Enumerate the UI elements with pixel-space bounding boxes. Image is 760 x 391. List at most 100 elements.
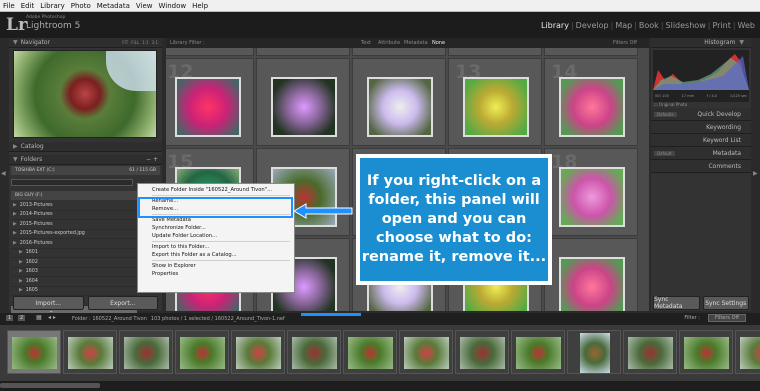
- module-web[interactable]: Web: [738, 21, 755, 30]
- filter-none[interactable]: None: [432, 40, 445, 46]
- photo-thumbnail[interactable]: [271, 77, 337, 137]
- filmstrip-thumbnail[interactable]: [623, 330, 677, 374]
- folder-disclosure-icon[interactable]: ▶: [13, 241, 17, 246]
- filmstrip-thumbnail[interactable]: [63, 330, 117, 374]
- zoom-fit[interactable]: FIT: [122, 40, 128, 45]
- folder-row[interactable]: ▶ 2014-Pictures: [11, 211, 137, 220]
- photo-thumbnail[interactable]: [559, 257, 625, 311]
- show-in-explorer-item[interactable]: Show in Explorer: [138, 262, 294, 270]
- keyword-list-header[interactable]: Keyword List: [651, 134, 751, 147]
- module-library[interactable]: Library: [541, 21, 569, 30]
- filmstrip-thumbnail[interactable]: [455, 330, 509, 374]
- photo-thumbnail[interactable]: [559, 167, 625, 227]
- filmstrip-thumbnail[interactable]: [119, 330, 173, 374]
- comments-header[interactable]: Comments: [651, 160, 751, 173]
- grid-cell[interactable]: 13: [448, 58, 542, 146]
- catalog-header[interactable]: ▶ Catalog: [9, 142, 162, 152]
- folder-disclosure-icon[interactable]: ▶: [19, 279, 23, 284]
- sync-settings-button[interactable]: Sync Settings: [702, 296, 749, 310]
- zoom-3-1[interactable]: 3:1: [152, 40, 158, 45]
- zoom-fill[interactable]: FILL: [131, 40, 139, 45]
- grid-cell[interactable]: [352, 58, 446, 146]
- add-folder-icon[interactable]: − +: [146, 156, 158, 163]
- filter-text[interactable]: Text: [361, 40, 371, 46]
- grid-cell[interactable]: 12: [166, 58, 254, 146]
- folder-disclosure-icon[interactable]: ▶: [13, 231, 17, 236]
- scroll-thumb[interactable]: [0, 383, 100, 388]
- filters-off-dropdown[interactable]: Filters Off: [613, 40, 637, 46]
- folder-row[interactable]: ▶ 1603: [11, 268, 137, 277]
- folder-disclosure-icon[interactable]: ▶: [13, 203, 17, 208]
- module-develop[interactable]: Develop: [576, 21, 609, 30]
- filmstrip-thumbnail[interactable]: [567, 330, 621, 374]
- module-book[interactable]: Book: [639, 21, 659, 30]
- folder-search-input[interactable]: [11, 179, 133, 186]
- folder-row[interactable]: ▶ 1604: [11, 277, 137, 287]
- filmstrip-thumbnail[interactable]: [399, 330, 453, 374]
- menu-metadata[interactable]: Metadata: [97, 2, 130, 10]
- photo-thumbnail[interactable]: [463, 77, 529, 137]
- volume-toshiba[interactable]: TOSHIBA EXT (C:) 61 / 115 GB: [11, 166, 160, 175]
- module-slideshow[interactable]: Slideshow: [666, 21, 706, 30]
- folder-disclosure-icon[interactable]: ▶: [13, 222, 17, 227]
- keywording-header[interactable]: Keywording: [651, 121, 751, 134]
- module-map[interactable]: Map: [615, 21, 632, 30]
- grid-cell[interactable]: 18: [544, 148, 638, 236]
- filmstrip-thumbnail[interactable]: [343, 330, 397, 374]
- original-photo-checkbox[interactable]: ☐ Original Photo: [654, 102, 687, 107]
- folder-disclosure-icon[interactable]: ▶: [19, 288, 23, 293]
- metadata-header[interactable]: Default Metadata: [651, 147, 751, 160]
- folder-disclosure-icon[interactable]: ▶: [19, 250, 23, 255]
- filmstrip-thumbnail[interactable]: [175, 330, 229, 374]
- filmstrip-thumbnail[interactable]: [7, 330, 61, 374]
- metadata-preset-dropdown[interactable]: Default: [654, 150, 675, 156]
- folder-row[interactable]: ▶ 2015-Pictures: [11, 220, 137, 230]
- filmstrip-thumbnail[interactable]: [735, 330, 760, 374]
- menu-library[interactable]: Library: [40, 2, 64, 10]
- folder-row[interactable]: ▶ 2013-Pictures: [11, 201, 137, 211]
- photo-thumbnail[interactable]: [175, 77, 241, 137]
- menu-window[interactable]: Window: [159, 2, 187, 10]
- navigator-preview[interactable]: [13, 50, 157, 138]
- synchronize-folder-item[interactable]: Synchronize Folder...: [138, 224, 294, 232]
- filmstrip-thumbnail[interactable]: [231, 330, 285, 374]
- photo-thumbnail[interactable]: [559, 77, 625, 137]
- folder-row[interactable]: ▶ 2016-Pictures: [11, 239, 137, 249]
- folder-row[interactable]: ▶ 1601: [11, 249, 137, 258]
- export-button[interactable]: Export...: [87, 296, 158, 310]
- right-collapse-icon[interactable]: ▶: [753, 170, 758, 177]
- folder-disclosure-icon[interactable]: ▶: [13, 212, 17, 217]
- grid-cell[interactable]: [256, 58, 350, 146]
- page-1-button[interactable]: 1: [6, 315, 14, 321]
- menu-view[interactable]: View: [136, 2, 153, 10]
- menu-edit[interactable]: Edit: [21, 2, 35, 10]
- filmstrip-thumbnail[interactable]: [679, 330, 733, 374]
- preset-dropdown[interactable]: Defaults: [654, 111, 677, 117]
- folder-disclosure-icon[interactable]: ▶: [19, 269, 23, 274]
- zoom-1-1[interactable]: 1:1: [142, 40, 148, 45]
- source-folder[interactable]: Folder : 160522_Around Tivon: [72, 316, 147, 322]
- folder-row[interactable]: ▶ 2015-Pictures-exported.jpg: [11, 230, 137, 239]
- menu-file[interactable]: File: [3, 2, 15, 10]
- grid-cell[interactable]: [544, 238, 638, 311]
- filmstrip-filter-dropdown[interactable]: Filters Off: [708, 314, 746, 322]
- menu-help[interactable]: Help: [192, 2, 208, 10]
- filmstrip-scrollbar[interactable]: [0, 381, 760, 391]
- import-button[interactable]: Import...: [13, 296, 84, 310]
- folder-disclosure-icon[interactable]: ▶: [19, 260, 23, 265]
- left-collapse-icon[interactable]: ◀: [1, 170, 6, 177]
- photo-thumbnail[interactable]: [367, 77, 433, 137]
- filter-attribute[interactable]: Attribute: [378, 40, 400, 46]
- filmstrip-thumbnail[interactable]: [287, 330, 341, 374]
- filter-metadata[interactable]: Metadata: [404, 40, 428, 46]
- filmstrip-thumbnail[interactable]: [511, 330, 565, 374]
- quick-develop-header[interactable]: Defaults Quick Develop: [651, 108, 751, 121]
- import-to-folder-item[interactable]: Import to this Folder...: [138, 243, 294, 251]
- properties-item[interactable]: Properties: [138, 270, 294, 278]
- navigator-header[interactable]: ▼ Navigator FIT FILL 1:1 3:1: [9, 38, 162, 48]
- sync-metadata-button[interactable]: Sync Metadata: [653, 296, 700, 310]
- folder-row[interactable]: ▶ 1605: [11, 287, 137, 296]
- update-folder-location-item[interactable]: Update Folder Location...: [138, 232, 294, 240]
- grid-cell[interactable]: 14: [544, 58, 638, 146]
- export-folder-catalog-item[interactable]: Export this Folder as a Catalog...: [138, 251, 294, 259]
